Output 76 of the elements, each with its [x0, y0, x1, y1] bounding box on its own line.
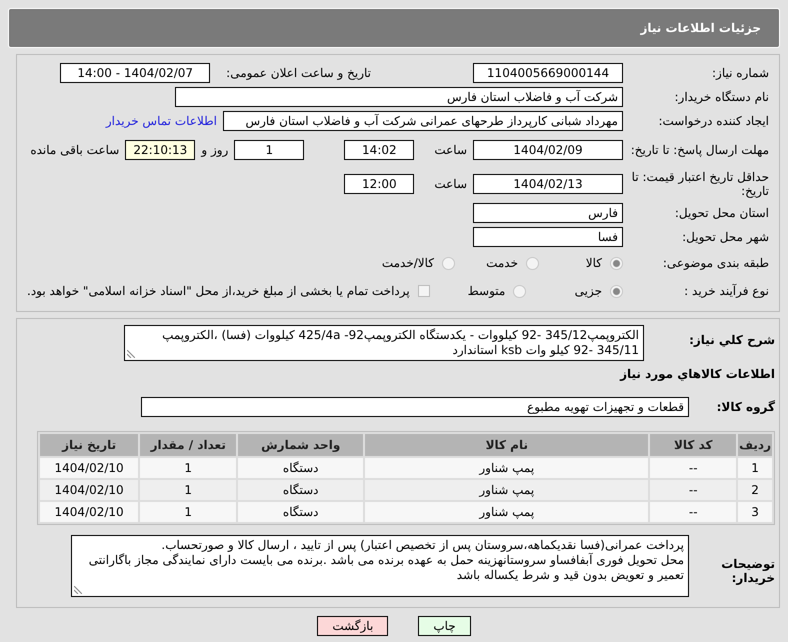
- column-header: نام کالا: [365, 434, 648, 456]
- table-cell: 1404/02/10: [40, 458, 138, 478]
- province-field: فارس: [473, 203, 623, 223]
- table-cell: دستگاه: [238, 480, 364, 500]
- announce-date-field: 1404/02/07 - 14:00: [60, 63, 210, 83]
- radio-button[interactable]: [610, 256, 623, 270]
- table-cell: 3: [738, 502, 772, 522]
- goods-group-field: قطعات و تجهیزات تهویه مطبوع: [141, 397, 689, 417]
- table-cell: پمپ شناور: [365, 480, 648, 500]
- table-cell: 1: [140, 458, 236, 478]
- field-label: مهلت ارسال پاسخ: تا تاریخ:: [630, 143, 769, 157]
- resize-grip-icon: [74, 586, 82, 594]
- table-cell: پمپ شناور: [365, 458, 648, 478]
- column-header: واحد شمارش: [238, 434, 364, 456]
- table-cell: پمپ شناور: [365, 502, 648, 522]
- creator-field: مهرداد شبانی کارپرداز طرحهای عمرانی شرکت آب و فاضلاب استان فارس: [223, 111, 623, 131]
- city-field: فسا: [473, 227, 623, 247]
- field-label: شهر محل تحویل:: [681, 230, 769, 244]
- checkbox[interactable]: [418, 285, 430, 297]
- table-cell: 1: [738, 458, 772, 478]
- field-label: توضیحات خریدار:: [720, 557, 775, 585]
- field-label: حداقل تاریخ اعتبار قیمت: تا تاریخ:: [630, 170, 769, 198]
- validity-time-field: 12:00: [344, 174, 414, 194]
- field-label: طبقه بندی موضوعی:: [662, 256, 769, 270]
- field-label: ساعت: [434, 143, 467, 157]
- back-button[interactable]: بازگشت: [317, 616, 388, 636]
- table-cell: --: [650, 458, 736, 478]
- field-label: ساعت باقی مانده: [30, 143, 120, 157]
- column-header: کد کالا: [650, 434, 736, 456]
- field-label: روز و: [201, 143, 228, 157]
- radio-button[interactable]: [442, 256, 455, 270]
- notes-line: پرداخت عمرانی(فسا نقدیکماهه،سروستان پس از تخصیص اعتبار) پس از تایید ، ارسال کالا و صورتحساب.: [160, 538, 684, 552]
- need-number-field: 1104005669000144: [473, 63, 623, 83]
- radio-button[interactable]: [513, 284, 526, 298]
- table-cell: 1: [140, 480, 236, 500]
- summary-field: الکتروپمپ345/12 -92 کیلووات - یکدستگاه الکتروپمپ92- 425/4a کیلووات (فسا) ،الکتروپمپ 345/11 -92 کیلو وات ksb استاندارد: [124, 325, 644, 361]
- field-label: پرداخت تمام یا بخشی از مبلغ خرید،از محل "اسناد خزانه اسلامی" خواهد بود.: [27, 284, 410, 298]
- table-cell: دستگاه: [238, 502, 364, 522]
- buyer-field: شرکت آب و فاضلاب استان فارس: [175, 87, 623, 107]
- field-label: استان محل تحویل:: [674, 206, 769, 220]
- table-cell: 1404/02/10: [40, 502, 138, 522]
- validity-date-field: 1404/02/13: [473, 174, 623, 194]
- table-cell: --: [650, 480, 736, 500]
- remaining-time-field: 22:10:13: [125, 140, 196, 160]
- table-cell: 1: [140, 502, 236, 522]
- resize-grip-icon: [127, 350, 135, 358]
- deadline-time-field: 14:02: [344, 140, 414, 160]
- notes-line: محل تحویل فوری آبفافساو سروستانهزینه حمل به عهده برنده می باشد .برنده می بایست دارای نمایندگی مجاز باگارانتی تعمیر و تعویض بدون قید و شرط یکساله باشد: [88, 553, 684, 583]
- page-header: جزئیات اطلاعات نیاز: [8, 8, 780, 48]
- field-label: نوع فرآیند خرید :: [683, 284, 769, 298]
- field-label: تاریخ و ساعت اعلان عمومی:: [226, 66, 371, 80]
- column-header: تعداد / مقدار: [140, 434, 236, 456]
- field-label: نام دستگاه خریدار:: [674, 90, 769, 104]
- buyer-contact-link[interactable]: اطلاعات تماس خریدار: [106, 114, 217, 128]
- column-header: رديف: [738, 434, 772, 456]
- field-label: گروه کالا:: [716, 400, 775, 414]
- field-label: خدمت: [486, 256, 518, 270]
- column-header: تاريخ نياز: [40, 434, 138, 456]
- field-label: متوسط: [468, 284, 506, 298]
- table-cell: --: [650, 502, 736, 522]
- deadline-date-field: 1404/02/09: [473, 140, 623, 160]
- radio-button[interactable]: [526, 256, 539, 270]
- field-label: ایجاد کننده درخواست:: [657, 114, 769, 128]
- section-title: اطلاعات کالاهاي مورد نياز: [618, 367, 775, 381]
- field-label: کالا/خدمت: [382, 256, 434, 270]
- table-cell: دستگاه: [238, 458, 364, 478]
- field-label: شرح کلي نياز:: [688, 333, 775, 347]
- field-label: شماره نیاز:: [711, 66, 769, 80]
- table-cell: 2: [738, 480, 772, 500]
- days-field: 1: [234, 140, 304, 160]
- field-label: کالا: [586, 256, 602, 270]
- radio-button[interactable]: [610, 284, 623, 298]
- field-label: جزیی: [574, 284, 602, 298]
- print-button[interactable]: چاپ: [418, 616, 471, 636]
- field-label: ساعت: [434, 177, 467, 191]
- table-cell: 1404/02/10: [40, 480, 138, 500]
